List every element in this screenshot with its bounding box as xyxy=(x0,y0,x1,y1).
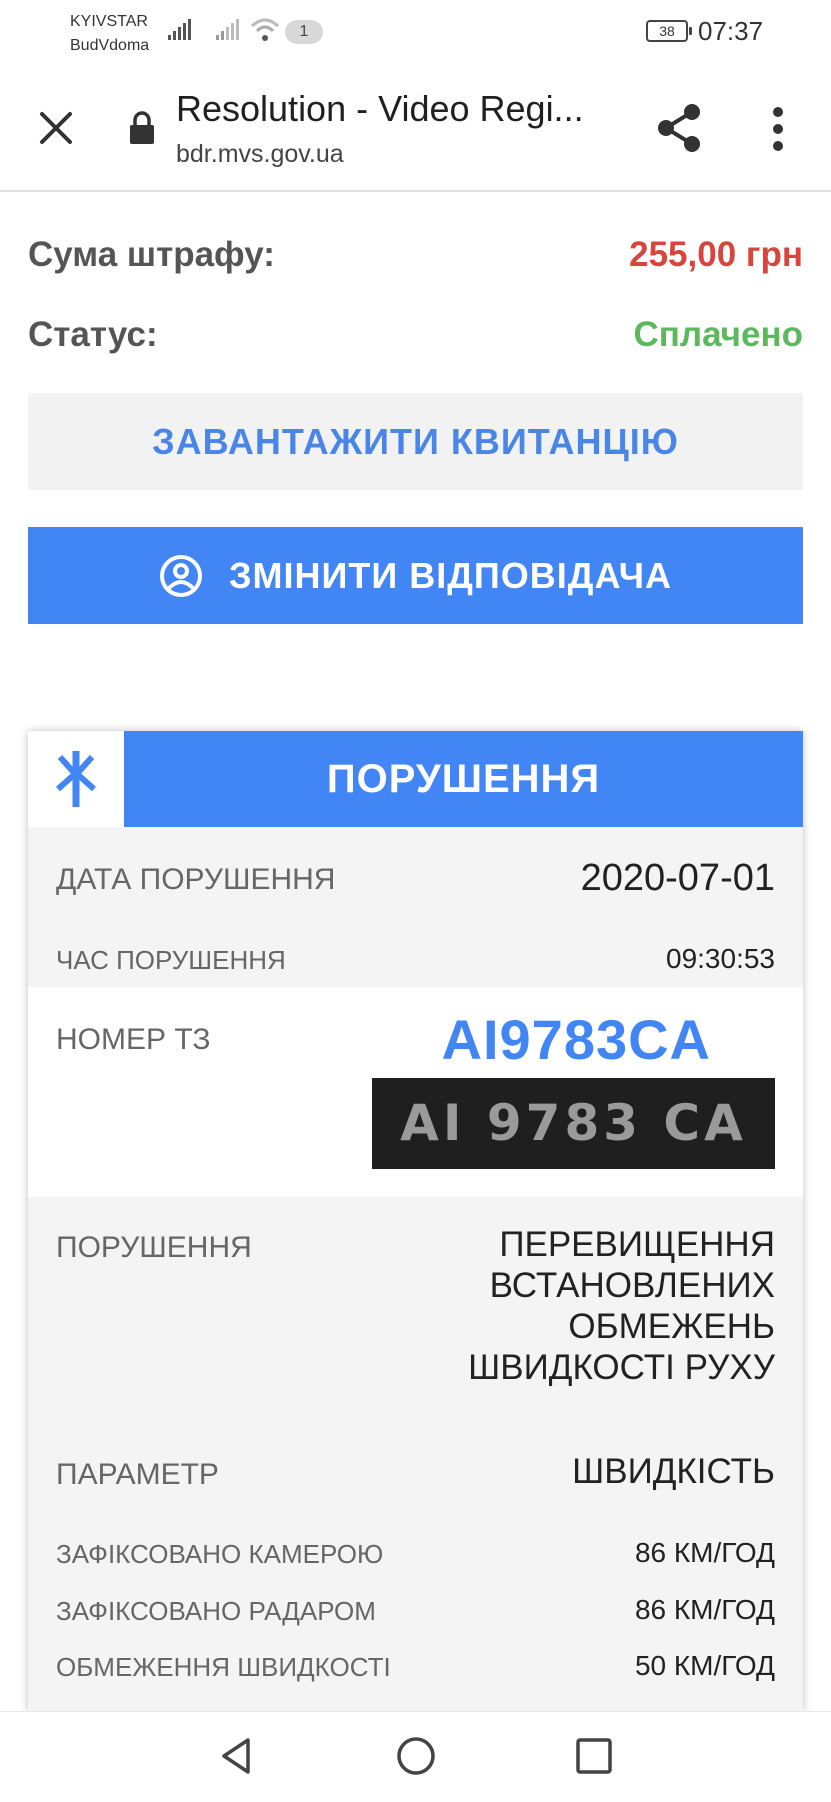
fine-label: Сума штрафу: xyxy=(28,235,275,274)
lock-icon xyxy=(130,111,154,144)
signal-icon xyxy=(216,19,239,40)
time-value: 09:30:53 xyxy=(666,943,775,974)
violation-label: ПОРУШЕННЯ xyxy=(56,1231,252,1264)
plate-photo-text: AI 9783 CA xyxy=(400,1094,747,1152)
date-label: ДАТА ПОРУШЕННЯ xyxy=(56,863,336,896)
status-label: Статус: xyxy=(28,315,158,354)
fine-amount: 255,00 грн xyxy=(629,235,803,274)
system-nav-bar xyxy=(0,1711,831,1802)
status-badge: Сплачено xyxy=(633,315,803,354)
download-receipt-button[interactable]: ЗАВАНТАЖИТИ КВИТАНЦІЮ xyxy=(28,393,803,490)
browser-toolbar: Resolution - Video Regi... bdr.mvs.gov.u… xyxy=(0,62,831,192)
parameter-value: ШВИДКІСТЬ xyxy=(572,1452,775,1491)
nav-recent-icon[interactable] xyxy=(570,1732,618,1780)
radar-speed-value: 86 КМ/ГОД xyxy=(634,1594,775,1625)
nav-home-icon[interactable] xyxy=(392,1732,440,1780)
close-icon[interactable] xyxy=(34,106,78,150)
speed-limit-label: ОБМЕЖЕННЯ ШВИДКОСТІ xyxy=(56,1652,391,1682)
radar-speed-label: ЗАФІКСОВАНО РАДАРОМ xyxy=(56,1596,376,1626)
police-logo-icon xyxy=(56,751,96,807)
change-responsible-content: ЗМІНИТИ ВІДПОВІДАЧА xyxy=(28,527,803,624)
speed-limit-value: 50 КМ/ГОД xyxy=(634,1650,775,1681)
police-logo xyxy=(28,731,124,827)
status-bar: KYIVSTAR BudVdoma 1 38 07:37 xyxy=(0,0,831,62)
carrier-name: KYIVSTAR xyxy=(70,13,148,30)
parameter-label: ПАРАМЕТР xyxy=(56,1458,219,1491)
battery-icon: 38 xyxy=(646,20,692,42)
more-vert-icon[interactable] xyxy=(762,106,794,152)
nav-back-icon[interactable] xyxy=(214,1732,262,1780)
change-responsible-button[interactable]: ЗМІНИТИ ВІДПОВІДАЧА xyxy=(28,527,803,624)
share-icon[interactable] xyxy=(654,102,704,154)
camera-speed-value: 86 КМ/ГОД xyxy=(634,1537,775,1568)
signal-icon xyxy=(168,19,191,40)
violation-line: ШВИДКОСТІ РУХУ xyxy=(468,1348,775,1387)
violation-line: ПЕРЕВИЩЕННЯ xyxy=(499,1225,775,1264)
violation-card: ПОРУШЕННЯ ДАТА ПОРУШЕННЯ 2020-07-01 ЧАС … xyxy=(28,731,803,1711)
card-header: ПОРУШЕННЯ xyxy=(28,731,803,827)
violation-description: ПЕРЕВИЩЕННЯ ВСТАНОВЛЕНИХ ОБМЕЖЕНЬ ШВИДКО… xyxy=(468,1224,775,1388)
card-title: ПОРУШЕННЯ xyxy=(326,757,601,801)
violation-line: ВСТАНОВЛЕНИХ xyxy=(489,1266,775,1305)
carrier-info: KYIVSTAR BudVdoma xyxy=(70,10,149,58)
notification-badge: 1 xyxy=(285,20,323,44)
camera-speed-label: ЗАФІКСОВАНО КАМЕРОЮ xyxy=(56,1539,384,1569)
carrier-sub: BudVdoma xyxy=(70,37,150,54)
clock: 07:37 xyxy=(698,16,764,46)
violation-line: ОБМЕЖЕНЬ xyxy=(568,1307,775,1346)
page-url[interactable]: bdr.mvs.gov.ua xyxy=(176,140,344,169)
date-value: 2020-07-01 xyxy=(580,857,775,899)
change-responsible-label: ЗМІНИТИ ВІДПОВІДАЧА xyxy=(228,554,672,596)
plate-number: AI9783CA xyxy=(441,1008,711,1071)
account-circle-icon xyxy=(159,554,202,597)
plate-section: НОМЕР ТЗ AI9783CA AI 9783 CA xyxy=(28,987,803,1197)
page-title: Resolution - Video Regi... xyxy=(176,88,584,129)
plate-label: НОМЕР ТЗ xyxy=(56,1023,211,1056)
plate-photo: AI 9783 CA xyxy=(372,1078,775,1169)
wifi-icon xyxy=(250,18,280,41)
time-label: ЧАС ПОРУШЕННЯ xyxy=(56,945,286,975)
